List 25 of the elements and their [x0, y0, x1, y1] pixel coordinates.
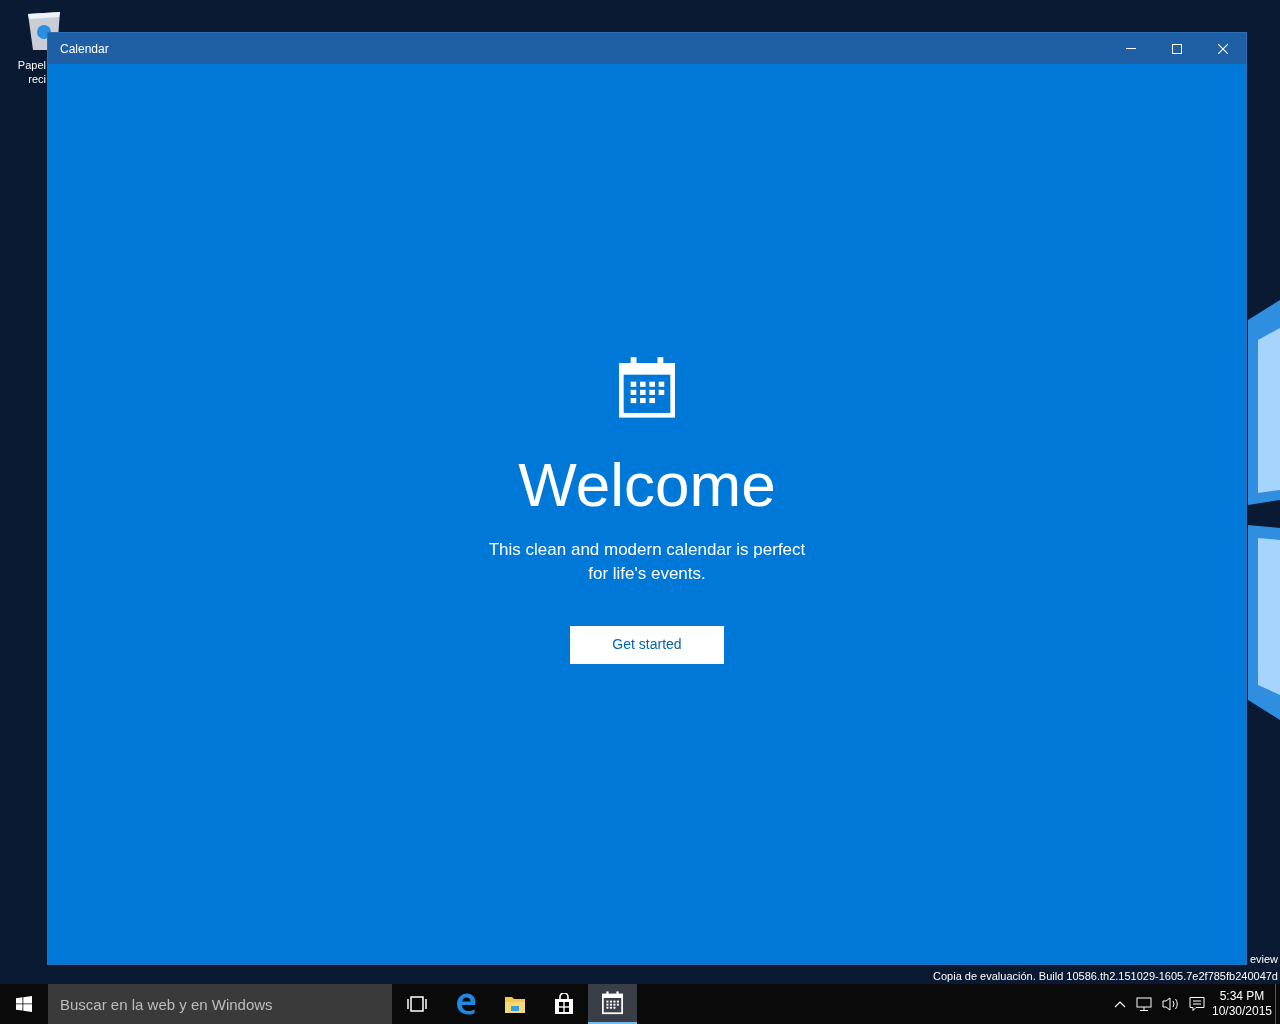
edition-watermark-text: Copia de evaluación. Build 10586.th2.151029-1605.7e2f785fb240047d: [933, 969, 1278, 984]
icon-label: reci: [28, 72, 46, 86]
shopping-bag-icon: [553, 993, 574, 1015]
task-view-icon: [405, 996, 428, 1012]
taskbar-app-button[interactable]: [588, 984, 637, 1024]
window-title: Calendar: [59, 40, 110, 58]
search-field[interactable]: Buscar en la web y en Windows: [48, 984, 392, 1024]
letter-e-icon: [454, 993, 477, 1015]
maximize-icon: [1172, 43, 1182, 54]
speaker-icon[interactable]: [1162, 996, 1179, 1012]
network-icon[interactable]: [1136, 996, 1152, 1012]
minimize-icon: [1126, 48, 1136, 49]
close-icon: [1218, 43, 1228, 54]
folder-icon: [503, 994, 526, 1014]
calendar-icon: [619, 356, 675, 418]
icon-label: Papel: [17, 58, 46, 72]
clock[interactable]: 5:34 PM 10/30/2015: [1209, 984, 1275, 1024]
message-icon[interactable]: [1189, 996, 1205, 1012]
edition-watermark-text: eview: [1249, 952, 1278, 967]
calendar-icon: [602, 991, 623, 1015]
get-started-button[interactable]: Get started: [570, 625, 724, 664]
welcome-heading: Welcome: [518, 453, 776, 516]
windows-logo-icon: [16, 996, 32, 1012]
chevron-up-icon[interactable]: [1114, 1000, 1126, 1008]
welcome-text: This clean and modern calendar is perfect for life's events.: [488, 538, 806, 585]
